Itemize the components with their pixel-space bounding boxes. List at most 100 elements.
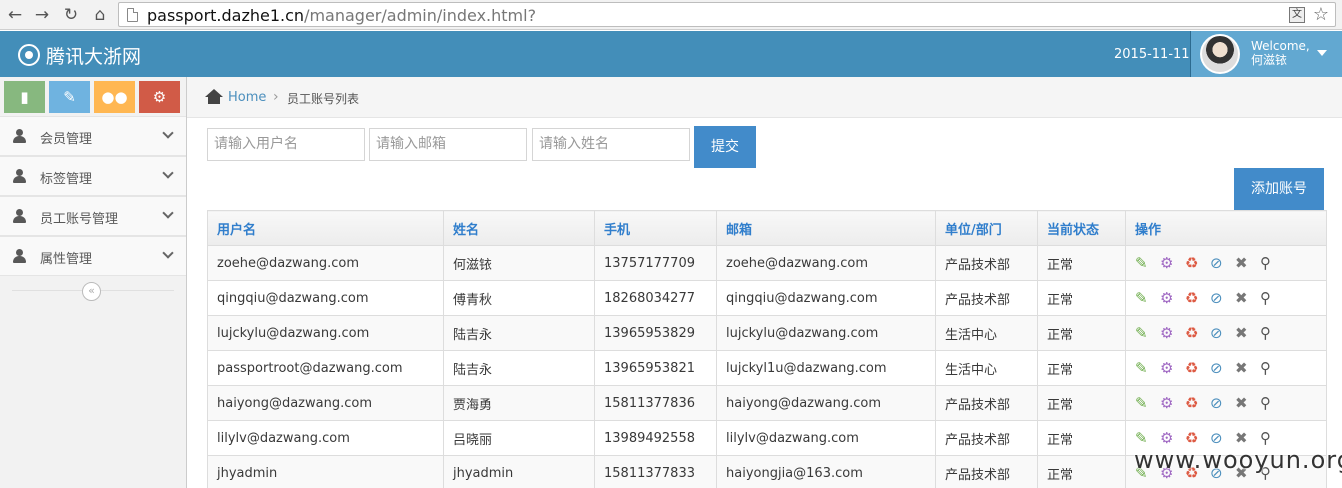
search-icon[interactable]: ⚲ bbox=[1260, 394, 1285, 412]
brand-title[interactable]: 腾讯大浙网 bbox=[46, 42, 141, 69]
gear-icon[interactable]: ⚙ bbox=[1160, 394, 1185, 412]
username-search-input[interactable]: 请输入用户名 bbox=[207, 128, 365, 161]
col-header-name[interactable]: 姓名 bbox=[443, 210, 595, 246]
home-icon[interactable]: ⌂ bbox=[89, 4, 111, 26]
gear-icon[interactable]: ⚙ bbox=[1160, 289, 1185, 307]
sidebar-collapse-icon[interactable]: « bbox=[82, 282, 101, 301]
edit-icon[interactable]: ✎ bbox=[1135, 254, 1160, 272]
cell-status: 正常 bbox=[1037, 420, 1126, 456]
recycle-icon[interactable]: ♻ bbox=[1185, 289, 1210, 307]
sidebar-item-tags[interactable]: 标签管理 bbox=[0, 156, 186, 196]
cell-department: 生活中心 bbox=[935, 315, 1038, 351]
delete-icon[interactable]: ✖ bbox=[1235, 394, 1260, 412]
gear-icon[interactable]: ⚙ bbox=[1160, 254, 1185, 272]
group-shortcut-button[interactable]: ●● bbox=[94, 81, 135, 113]
delete-icon[interactable]: ✖ bbox=[1235, 429, 1260, 447]
reload-icon[interactable]: ↻ bbox=[60, 4, 82, 26]
delete-icon[interactable]: ✖ bbox=[1235, 324, 1260, 342]
col-header-email[interactable]: 邮箱 bbox=[716, 210, 936, 246]
browser-toolbar: ← → ↻ ⌂ passport.dazhe1.cn/manager/admin… bbox=[0, 0, 1342, 30]
table-row: lujckylu@dazwang.com 陆吉永 13965953829 lujcky… bbox=[207, 315, 1327, 351]
gear-icon[interactable]: ⚙ bbox=[1160, 359, 1185, 377]
gear-icon[interactable]: ⚙ bbox=[1160, 324, 1185, 342]
col-header-department[interactable]: 单位/部门 bbox=[935, 210, 1038, 246]
table-row: zoehe@dazwang.com 何滋铱 13757177709 zoehe@daz… bbox=[207, 245, 1327, 281]
edit-icon[interactable]: ✎ bbox=[1135, 394, 1160, 412]
user-icon bbox=[13, 129, 26, 143]
breadcrumb: Home › 员工账号列表 bbox=[187, 77, 1342, 118]
col-header-status[interactable]: 当前状态 bbox=[1037, 210, 1126, 246]
delete-icon[interactable]: ✖ bbox=[1235, 254, 1260, 272]
group-icon: ●● bbox=[101, 88, 128, 106]
ban-icon[interactable]: ⊘ bbox=[1210, 359, 1235, 377]
delete-icon[interactable]: ✖ bbox=[1235, 289, 1260, 307]
sidebar-item-label: 会员管理 bbox=[40, 132, 93, 147]
cell-department: 生活中心 bbox=[935, 350, 1038, 386]
recycle-icon[interactable]: ♻ bbox=[1185, 394, 1210, 412]
search-icon[interactable]: ⚲ bbox=[1260, 359, 1285, 377]
recycle-icon[interactable]: ♻ bbox=[1185, 429, 1210, 447]
gear-icon[interactable]: ⚙ bbox=[1160, 429, 1185, 447]
search-icon[interactable]: ⚲ bbox=[1260, 289, 1285, 307]
email-search-input[interactable]: 请输入邮箱 bbox=[369, 128, 527, 161]
forward-arrow-icon[interactable]: → bbox=[31, 4, 53, 26]
col-header-username[interactable]: 用户名 bbox=[207, 210, 444, 246]
settings-shortcut-button[interactable]: ⚙ bbox=[139, 81, 180, 113]
ban-icon[interactable]: ⊘ bbox=[1210, 429, 1235, 447]
user-icon bbox=[13, 169, 26, 183]
bookmark-star-icon[interactable]: ☆ bbox=[1313, 4, 1329, 25]
sidebar-item-members[interactable]: 会员管理 bbox=[0, 116, 186, 156]
add-account-button[interactable]: 添加账号 bbox=[1234, 168, 1324, 210]
ban-icon[interactable]: ⊘ bbox=[1210, 289, 1235, 307]
translate-icon[interactable]: 文 bbox=[1289, 7, 1305, 23]
back-arrow-icon[interactable]: ← bbox=[4, 4, 26, 26]
cell-department: 产品技术部 bbox=[935, 455, 1038, 488]
table-row: haiyong@dazwang.com 贾海勇 15811377836 haiyong… bbox=[207, 385, 1327, 421]
edit-icon[interactable]: ✎ bbox=[1135, 359, 1160, 377]
breadcrumb-home-link[interactable]: Home bbox=[228, 90, 266, 105]
recycle-icon[interactable]: ♻ bbox=[1185, 254, 1210, 272]
edit-icon[interactable]: ✎ bbox=[1135, 429, 1160, 447]
cell-username: haiyong@dazwang.com bbox=[207, 385, 444, 421]
search-icon[interactable]: ⚲ bbox=[1260, 429, 1285, 447]
submit-button[interactable]: 提交 bbox=[694, 126, 756, 168]
sidebar-item-attributes[interactable]: 属性管理 bbox=[0, 236, 186, 276]
breadcrumb-current: 员工账号列表 bbox=[287, 92, 360, 106]
cell-email: lujckylu@dazwang.com bbox=[716, 315, 936, 351]
ban-icon[interactable]: ⊘ bbox=[1210, 394, 1235, 412]
chevron-down-icon bbox=[162, 167, 174, 179]
welcome-text: Welcome, 何滋铱 bbox=[1251, 39, 1310, 67]
delete-icon[interactable]: ✖ bbox=[1235, 359, 1260, 377]
ban-icon[interactable]: ⊘ bbox=[1210, 254, 1235, 272]
cell-phone: 15811377833 bbox=[594, 455, 717, 488]
ban-icon[interactable]: ⊘ bbox=[1210, 324, 1235, 342]
search-icon[interactable]: ⚲ bbox=[1260, 324, 1285, 342]
recycle-icon[interactable]: ♻ bbox=[1185, 324, 1210, 342]
address-bar[interactable]: passport.dazhe1.cn/manager/admin/index.h… bbox=[118, 2, 1336, 27]
sidebar: ▮ ✎ ●● ⚙ 会员管理 标签管理 员工账号管理 属性管理 « bbox=[0, 77, 187, 488]
chevron-down-icon bbox=[162, 247, 174, 259]
home-icon bbox=[205, 89, 223, 105]
cell-actions: ✎ ⚙ ♻ ⊘ ✖ ⚲ bbox=[1125, 245, 1327, 281]
edit-shortcut-button[interactable]: ✎ bbox=[49, 81, 90, 113]
cell-username: passportroot@dazwang.com bbox=[207, 350, 444, 386]
avatar bbox=[1200, 34, 1240, 74]
pencil-icon: ✎ bbox=[63, 88, 76, 106]
cell-email: haiyongjia@163.com bbox=[716, 455, 936, 488]
cell-actions: ✎ ⚙ ♻ ⊘ ✖ ⚲ bbox=[1125, 350, 1327, 386]
chevron-right-icon: › bbox=[273, 89, 279, 105]
edit-icon[interactable]: ✎ bbox=[1135, 324, 1160, 342]
name-search-input[interactable]: 请输入姓名 bbox=[532, 128, 690, 161]
sidebar-item-staff-accounts[interactable]: 员工账号管理 bbox=[0, 196, 186, 236]
search-icon[interactable]: ⚲ bbox=[1260, 254, 1285, 272]
col-header-phone[interactable]: 手机 bbox=[594, 210, 717, 246]
sidebar-item-label: 员工账号管理 bbox=[40, 212, 119, 227]
table-header-row: 用户名 姓名 手机 邮箱 单位/部门 当前状态 操作 bbox=[207, 210, 1327, 246]
recycle-icon[interactable]: ♻ bbox=[1185, 359, 1210, 377]
cell-name: jhyadmin bbox=[443, 455, 595, 488]
edit-icon[interactable]: ✎ bbox=[1135, 289, 1160, 307]
user-menu[interactable]: Welcome, 何滋铱 bbox=[1190, 31, 1342, 77]
table-row: passportroot@dazwang.com 陆吉永 13965953821 lu… bbox=[207, 350, 1327, 386]
cell-actions: ✎ ⚙ ♻ ⊘ ✖ ⚲ bbox=[1125, 280, 1327, 316]
stats-shortcut-button[interactable]: ▮ bbox=[4, 81, 45, 113]
